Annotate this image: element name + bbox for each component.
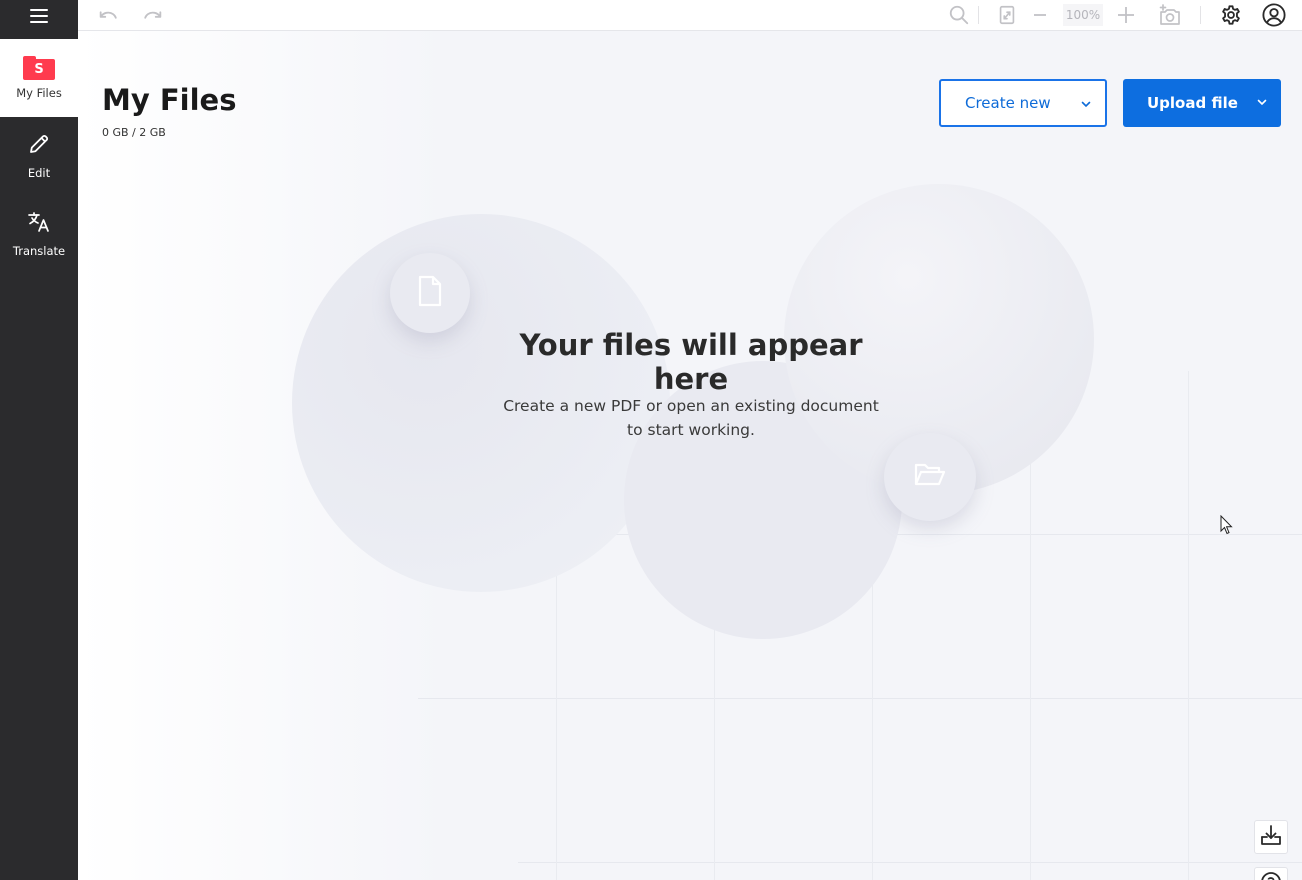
chevron-down-icon [1257,99,1267,106]
empty-state-description: Create a new PDF or open an existing doc… [488,394,894,442]
add-image-icon[interactable] [1158,3,1182,27]
upload-file-button[interactable]: Upload file [1123,79,1281,127]
redo-icon[interactable] [141,3,165,27]
translate-icon [27,210,51,238]
download-tray-icon [1260,824,1282,850]
background-grid [418,698,1302,699]
create-new-label: Create new [965,94,1051,112]
gear-icon[interactable] [1219,3,1243,27]
empty-state-line: to start working. [627,421,755,439]
help-button[interactable] [1254,867,1288,880]
search-icon[interactable] [947,3,971,27]
zoom-level[interactable]: 100% [1063,4,1103,26]
upload-file-label: Upload file [1147,94,1238,112]
open-folder-icon [914,462,946,492]
toolbar: 100% [78,0,1302,31]
folder-bubble [884,433,976,521]
pencil-icon [27,132,51,160]
background-grid [518,862,1302,863]
sidebar-item-my-files[interactable]: S My Files [0,39,78,117]
main-content: My Files 0 GB / 2 GB Create new Upload f… [78,31,1302,880]
mouse-cursor [1220,515,1233,535]
help-icon [1260,871,1282,880]
zoom-out-icon[interactable] [1028,3,1052,27]
zoom-in-icon[interactable] [1114,3,1138,27]
file-icon [417,275,443,311]
account-icon[interactable] [1262,3,1286,27]
background-grid [1188,371,1189,880]
folder-badge: S [23,59,55,80]
sidebar-item-edit[interactable]: Edit [0,117,78,195]
sidebar: S My Files Edit Translate [0,0,78,880]
undo-icon[interactable] [96,3,120,27]
download-button[interactable] [1254,820,1288,854]
empty-state-title: Your files will appear here [519,328,863,396]
sidebar-item-translate[interactable]: Translate [0,195,78,273]
folder-icon: S [23,56,55,80]
storage-usage: 0 GB / 2 GB [102,126,166,139]
chevron-down-icon [1081,101,1091,108]
file-bubble [390,253,470,333]
sidebar-item-label: Edit [27,166,51,180]
background-grid [556,571,557,880]
hamburger-icon [30,8,48,23]
sidebar-item-label: Translate [12,244,66,258]
page-title: My Files [102,83,237,117]
create-new-button[interactable]: Create new [939,79,1107,127]
empty-state-line: Create a new PDF or open an existing doc… [503,397,879,415]
menu-button[interactable] [0,0,78,31]
fit-page-icon[interactable] [995,3,1019,27]
sidebar-item-label: My Files [16,86,62,100]
